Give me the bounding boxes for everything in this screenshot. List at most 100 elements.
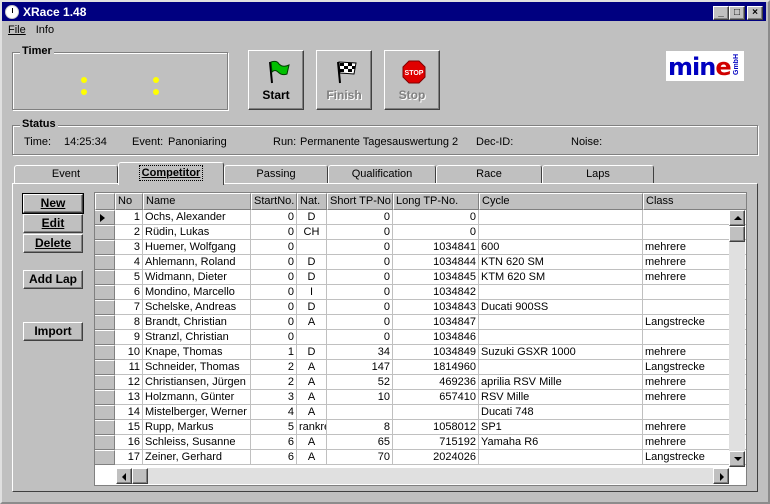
cell-name[interactable]: Widmann, Dieter <box>143 270 251 285</box>
cell-nat[interactable]: D <box>297 210 327 225</box>
cell-no[interactable]: 8 <box>115 315 143 330</box>
cell-cycle[interactable]: aprilia RSV Mille <box>479 375 643 390</box>
cell-startno[interactable]: 0 <box>251 330 297 345</box>
cell-startno[interactable]: 1 <box>251 345 297 360</box>
scroll-left-button[interactable] <box>116 468 132 484</box>
cell-long-tp[interactable]: 1034849 <box>393 345 479 360</box>
close-button[interactable]: × <box>747 6 763 20</box>
cell-startno[interactable]: 0 <box>251 315 297 330</box>
cell-cycle[interactable]: RSV Mille <box>479 390 643 405</box>
table-row[interactable]: 8 Brandt, Christian 0 A 0 1034847 Langstrecke <box>95 315 746 330</box>
new-button[interactable]: New <box>22 193 84 214</box>
cell-short-tp[interactable]: 70 <box>327 450 393 465</box>
cell-name[interactable]: Huemer, Wolfgang <box>143 240 251 255</box>
cell-nat[interactable]: rankre <box>297 420 327 435</box>
table-row[interactable]: 3 Huemer, Wolfgang 0 0 1034841 600 mehrere <box>95 240 746 255</box>
cell-short-tp[interactable]: 0 <box>327 285 393 300</box>
cell-name[interactable]: Mondino, Marcello <box>143 285 251 300</box>
table-row[interactable]: 10 Knape, Thomas 1 D 34 1034849 Suzuki GSXR 10… <box>95 345 746 360</box>
cell-long-tp[interactable]: 1058012 <box>393 420 479 435</box>
cell-nat[interactable]: I <box>297 285 327 300</box>
cell-name[interactable]: Mistelberger, Werner <box>143 405 251 420</box>
vertical-scrollbar[interactable] <box>729 210 745 467</box>
cell-cycle[interactable] <box>479 315 643 330</box>
cell-cycle[interactable] <box>479 285 643 300</box>
cell-name[interactable]: Zeiner, Gerhard <box>143 450 251 465</box>
cell-nat[interactable]: A <box>297 360 327 375</box>
hscroll-thumb[interactable] <box>132 468 148 484</box>
cell-startno[interactable]: 6 <box>251 450 297 465</box>
cell-nat[interactable] <box>297 330 327 345</box>
cell-cycle[interactable]: Suzuki GSXR 1000 <box>479 345 643 360</box>
cell-nat[interactable]: D <box>297 345 327 360</box>
cell-no[interactable]: 15 <box>115 420 143 435</box>
cell-nat[interactable]: D <box>297 255 327 270</box>
title-bar[interactable]: XRace 1.48 _ □ × <box>2 2 766 21</box>
cell-name[interactable]: Ochs, Alexander <box>143 210 251 225</box>
row-selector[interactable] <box>95 405 115 420</box>
cell-short-tp[interactable] <box>327 405 393 420</box>
cell-no[interactable]: 11 <box>115 360 143 375</box>
maximize-button[interactable]: □ <box>729 6 745 20</box>
cell-long-tp[interactable] <box>393 405 479 420</box>
tab-event[interactable]: Event <box>14 165 118 183</box>
cell-name[interactable]: Ahlemann, Roland <box>143 255 251 270</box>
row-selector[interactable] <box>95 285 115 300</box>
column-header-startno[interactable]: StartNo. <box>251 193 297 210</box>
cell-name[interactable]: Holzmann, Günter <box>143 390 251 405</box>
cell-nat[interactable]: D <box>297 270 327 285</box>
cell-cycle[interactable]: KTN 620 SM <box>479 255 643 270</box>
cell-name[interactable]: Christiansen, Jürgen <box>143 375 251 390</box>
row-selector[interactable] <box>95 255 115 270</box>
column-header-class[interactable]: Class <box>643 193 746 210</box>
edit-button[interactable]: Edit <box>23 214 83 233</box>
cell-nat[interactable]: A <box>297 375 327 390</box>
cell-nat[interactable]: A <box>297 450 327 465</box>
cell-cycle[interactable] <box>479 330 643 345</box>
cell-long-tp[interactable]: 1034844 <box>393 255 479 270</box>
cell-short-tp[interactable]: 0 <box>327 300 393 315</box>
cell-short-tp[interactable]: 0 <box>327 210 393 225</box>
cell-startno[interactable]: 6 <box>251 435 297 450</box>
cell-startno[interactable]: 0 <box>251 270 297 285</box>
table-row[interactable]: 16 Schleiss, Susanne 6 A 65 715192 Yamaha R6 me… <box>95 435 746 450</box>
finish-button[interactable]: Finish <box>316 50 372 110</box>
table-row[interactable]: 14 Mistelberger, Werner 4 A Ducati 748 <box>95 405 746 420</box>
row-selector[interactable] <box>95 450 115 465</box>
cell-long-tp[interactable]: 1034843 <box>393 300 479 315</box>
cell-startno[interactable]: 0 <box>251 255 297 270</box>
cell-no[interactable]: 1 <box>115 210 143 225</box>
table-row[interactable]: 4 Ahlemann, Roland 0 D 0 1034844 KTN 620 SM meh… <box>95 255 746 270</box>
delete-button[interactable]: Delete <box>23 234 83 253</box>
cell-cycle[interactable] <box>479 450 643 465</box>
cell-no[interactable]: 12 <box>115 375 143 390</box>
tab-qualification[interactable]: Qualification <box>328 165 436 183</box>
menu-info[interactable]: Info <box>32 23 60 41</box>
cell-short-tp[interactable]: 0 <box>327 240 393 255</box>
table-row[interactable]: 13 Holzmann, Günter 3 A 10 657410 RSV Mille meh… <box>95 390 746 405</box>
cell-name[interactable]: Schelske, Andreas <box>143 300 251 315</box>
horizontal-scrollbar[interactable] <box>116 468 729 484</box>
cell-long-tp[interactable]: 1034842 <box>393 285 479 300</box>
cell-short-tp[interactable]: 147 <box>327 360 393 375</box>
cell-cycle[interactable]: Ducati 748 <box>479 405 643 420</box>
tab-laps[interactable]: Laps <box>542 165 654 183</box>
cell-startno[interactable]: 3 <box>251 390 297 405</box>
cell-short-tp[interactable]: 0 <box>327 255 393 270</box>
cell-long-tp[interactable]: 1034841 <box>393 240 479 255</box>
cell-name[interactable]: Rüdin, Lukas <box>143 225 251 240</box>
column-header-cycle[interactable]: Cycle <box>479 193 643 210</box>
cell-long-tp[interactable]: 0 <box>393 210 479 225</box>
row-selector[interactable] <box>95 300 115 315</box>
cell-startno[interactable]: 2 <box>251 360 297 375</box>
cell-long-tp[interactable]: 657410 <box>393 390 479 405</box>
cell-short-tp[interactable]: 0 <box>327 270 393 285</box>
cell-cycle[interactable]: Yamaha R6 <box>479 435 643 450</box>
table-row[interactable]: 5 Widmann, Dieter 0 D 0 1034845 KTM 620 SM mehr… <box>95 270 746 285</box>
cell-no[interactable]: 7 <box>115 300 143 315</box>
scroll-down-button[interactable] <box>729 451 745 467</box>
table-row[interactable]: 12 Christiansen, Jürgen 2 A 52 469236 aprilia … <box>95 375 746 390</box>
column-header-long-tp[interactable]: Long TP-No. <box>393 193 479 210</box>
row-selector[interactable] <box>95 360 115 375</box>
row-selector[interactable] <box>95 345 115 360</box>
